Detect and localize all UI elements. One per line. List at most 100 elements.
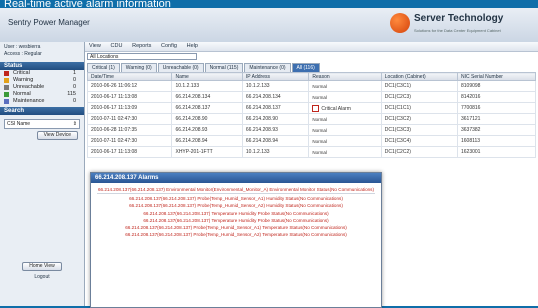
- home-view-button[interactable]: Home View: [22, 262, 62, 271]
- table-row[interactable]: 2010-06-28 11:07:35 66.214.208.93 66.214.2…: [86, 124, 537, 136]
- search-field-select[interactable]: CSI Name ⇕: [4, 119, 80, 129]
- cell-location: DC1(C2C3): [380, 91, 458, 103]
- sidebar: User : wesbierra Access : Regular Status…: [0, 42, 85, 306]
- menu-bar: View CDU Reports Config Help: [85, 42, 538, 52]
- search-field-value: CSI Name: [7, 121, 31, 127]
- cell-ip[interactable]: 66.214.208.137: [241, 102, 310, 114]
- cell-name[interactable]: 66.214.208.90: [171, 113, 243, 125]
- status-square-icon: [4, 71, 9, 76]
- view-device-button[interactable]: View Device: [36, 131, 78, 140]
- cell-reason: Critical Alarm: [308, 102, 382, 114]
- user-links[interactable]: Access : Regular: [4, 51, 80, 58]
- column-header-name[interactable]: Name: [171, 72, 243, 81]
- tab-normal[interactable]: Normal (115): [204, 63, 244, 72]
- tab-maintenance[interactable]: Maintenance (0): [244, 63, 291, 72]
- app-title: Sentry Power Manager: [8, 18, 90, 27]
- cell-name[interactable]: 66.214.208.94: [171, 135, 243, 147]
- alarm-icon: [312, 104, 320, 112]
- status-row-critical[interactable]: Critical 1: [0, 70, 84, 77]
- cell-ip[interactable]: 66.214.208.90: [241, 113, 310, 125]
- cell-datetime: 2010-06-17 11:13:09: [86, 102, 173, 114]
- cell-serial: 3617121: [456, 113, 537, 125]
- table-row[interactable]: 2010-06-26 11:06:12 10.1.2.133 10.1.2.133 N…: [86, 80, 537, 92]
- column-header-reason[interactable]: Reason: [308, 72, 382, 81]
- status-label: Critical: [13, 70, 30, 76]
- tab-warning[interactable]: Warning (0): [120, 63, 157, 72]
- cell-ip[interactable]: 66.214.208.93: [241, 124, 310, 136]
- alarm-item: 66.214.208.137(66.214.208.137) Temperatu…: [143, 217, 329, 223]
- cell-name[interactable]: 66.214.208.93: [171, 124, 243, 136]
- brand-logo: Server Technology Solutions for the Data…: [390, 11, 530, 39]
- cell-name[interactable]: 66.214.208.134: [171, 91, 243, 103]
- reason-text: Normal: [312, 149, 327, 155]
- filter-tabs: Critical (1) Warning (0) Unreachable (0) No…: [87, 63, 321, 72]
- tab-unreachable[interactable]: Unreachable (0): [157, 63, 204, 72]
- table-row[interactable]: 2010-07-11 02:47:30 66.214.208.90 66.214.2…: [86, 113, 537, 125]
- user-info: User : wesbierra Access : Regular: [0, 42, 84, 60]
- status-header: Status: [0, 62, 84, 70]
- column-header-datetime[interactable]: Date/Time: [86, 72, 173, 81]
- menu-help[interactable]: Help: [183, 42, 202, 51]
- cell-name[interactable]: 10.1.2.133: [171, 80, 243, 92]
- cell-ip[interactable]: 66.214.208.94: [241, 135, 310, 147]
- cell-location: DC1(C3C3): [380, 124, 458, 136]
- location-filter-select[interactable]: All Locations: [87, 53, 197, 60]
- cell-name[interactable]: 66.214.208.137: [171, 102, 243, 114]
- search-header: Search: [0, 107, 84, 115]
- column-header-ip[interactable]: IP Address: [241, 72, 310, 81]
- column-header-serial[interactable]: NIC Serial Number: [456, 72, 537, 81]
- brand-tagline: Solutions for the Data Center Equipment …: [414, 28, 501, 33]
- column-header-location[interactable]: Location (Cabinet): [380, 72, 458, 81]
- menu-config[interactable]: Config: [157, 42, 181, 51]
- cell-reason: Normal: [308, 113, 382, 125]
- status-row-maintenance[interactable]: Maintenance 0: [0, 98, 84, 105]
- cell-location: DC1(C3C2): [380, 113, 458, 125]
- table-row[interactable]: 2010-07-11 02:47:30 66.214.208.94 66.214.2…: [86, 135, 537, 147]
- cell-datetime: 2010-07-11 02:47:30: [86, 113, 173, 125]
- menu-view[interactable]: View: [85, 42, 105, 51]
- menu-reports[interactable]: Reports: [128, 42, 155, 51]
- cell-datetime: 2010-06-17 11:13:08: [86, 91, 173, 103]
- status-label: Maintenance: [13, 98, 45, 104]
- alarm-item: 66.214.208.137(66.214.208.137) Probe(Tem…: [129, 203, 343, 209]
- cell-serial: 1623001: [456, 146, 537, 158]
- cell-reason: Normal: [308, 135, 382, 147]
- status-label: Unreachable: [13, 84, 45, 90]
- cell-serial: 3637382: [456, 124, 537, 136]
- table-row[interactable]: 2010-06-17 11:13:08 XHYP-201-1FTT 10.1.2.1…: [86, 146, 537, 158]
- status-row-unreachable[interactable]: Unreachable 0: [0, 84, 84, 91]
- table-row[interactable]: 2010-06-17 11:13:08 66.214.208.134 66.214.…: [86, 91, 537, 103]
- alarm-item: 66.214.208.137(66.214.208.137) Environme…: [97, 187, 375, 195]
- cell-location: DC1(C1C1): [380, 102, 458, 114]
- cell-datetime: 2010-06-28 11:07:35: [86, 124, 173, 136]
- alarm-item: 66.214.208.137(66.214.208.137) Probe(Tem…: [125, 232, 347, 238]
- tab-critical[interactable]: Critical (1): [87, 63, 120, 72]
- table-row[interactable]: 2010-06-17 11:13:09 66.214.208.137 66.214.…: [86, 102, 537, 114]
- chevron-down-icon: ⇕: [72, 121, 77, 127]
- cell-ip[interactable]: 10.1.2.133: [241, 80, 310, 92]
- cell-reason: Normal: [308, 146, 382, 158]
- popup-title: 66.214.208.137 Alarms: [91, 173, 381, 183]
- cell-ip[interactable]: 10.1.2.133: [241, 146, 310, 158]
- cell-serial: 7700816: [456, 102, 537, 114]
- cell-datetime: 2010-06-17 11:13:08: [86, 146, 173, 158]
- status-count: 0: [72, 84, 76, 90]
- cell-location: DC1(C2C2): [380, 146, 458, 158]
- logout-link[interactable]: Logout: [0, 274, 84, 280]
- app-header: Sentry Power Manager Server Technology S…: [0, 8, 538, 43]
- tab-all[interactable]: All (116): [291, 63, 320, 72]
- alarm-table: Date/Time Name IP Address Reason Locatio…: [86, 72, 537, 158]
- cell-location: DC1(C3C1): [380, 80, 458, 92]
- status-count: 0: [72, 77, 76, 83]
- cell-name[interactable]: XHYP-201-1FTT: [171, 146, 243, 158]
- status-row-warning[interactable]: Warning 0: [0, 77, 84, 84]
- cell-reason: Normal: [308, 91, 382, 103]
- reason-text: Normal: [312, 83, 327, 89]
- reason-text: Normal: [312, 116, 327, 122]
- alarm-item: 66.214.208.137(66.214.208.137) Probe(Tem…: [125, 225, 347, 231]
- status-row-normal[interactable]: Normal 115: [0, 91, 84, 98]
- menu-cdu[interactable]: CDU: [107, 42, 127, 51]
- status-count: 0: [72, 98, 76, 104]
- cell-ip[interactable]: 66.214.208.134: [241, 91, 310, 103]
- reason-text: Normal: [312, 94, 327, 100]
